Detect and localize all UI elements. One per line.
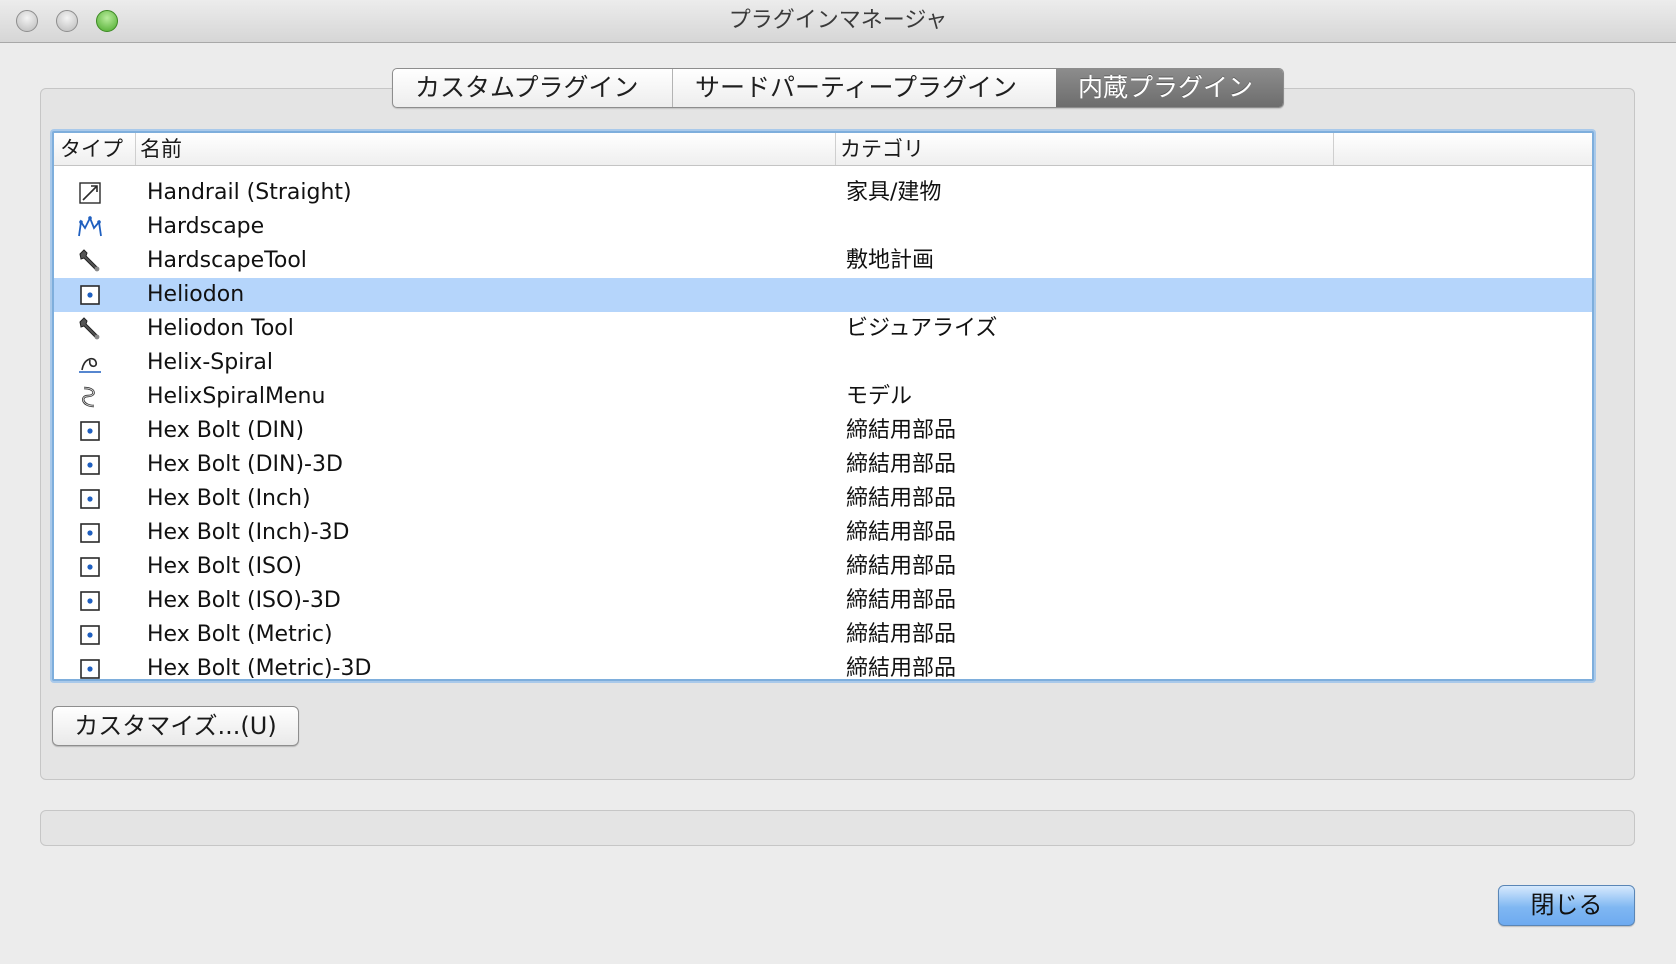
list-header: タイプ 名前 カテゴリ: [54, 133, 1592, 166]
plugin-category: モデル: [846, 384, 913, 409]
hardscape-icon: [76, 214, 104, 240]
point-object-icon: [76, 554, 104, 580]
list-item[interactable]: HelixSpiralMenu モデル: [54, 380, 1592, 414]
point-object-icon: [76, 452, 104, 478]
plugin-name: Hex Bolt (ISO): [147, 554, 302, 579]
list-item[interactable]: Hex Bolt (Metric) 締結用部品: [54, 618, 1592, 652]
close-button[interactable]: 閉じる: [1498, 885, 1635, 926]
plugin-name: Hex Bolt (DIN): [147, 418, 305, 443]
window-title: プラグインマネージャ: [728, 8, 948, 33]
list-item[interactable]: Hex Bolt (DIN) 締結用部品: [54, 414, 1592, 448]
point-object-icon: [76, 588, 104, 614]
title-bar[interactable]: プラグインマネージャ: [0, 0, 1676, 43]
plugin-name: Heliodon Tool: [147, 316, 294, 341]
helix-spiral-icon: [76, 350, 104, 376]
list-item[interactable]: Heliodon: [54, 278, 1592, 312]
column-header-type[interactable]: タイプ: [56, 133, 136, 165]
column-header-category[interactable]: カテゴリ: [836, 133, 1334, 165]
list-item[interactable]: Hex Bolt (Inch) 締結用部品: [54, 482, 1592, 516]
point-object-icon: [76, 622, 104, 648]
plugin-category: 締結用部品: [846, 520, 957, 545]
plugin-category: 締結用部品: [846, 588, 957, 613]
plugin-name: HelixSpiralMenu: [147, 384, 326, 409]
wrench-icon: [76, 316, 104, 342]
list-item[interactable]: Heliodon Tool ビジュアライズ: [54, 312, 1592, 346]
list-item[interactable]: Hex Bolt (ISO) 締結用部品: [54, 550, 1592, 584]
point-object-icon: [76, 520, 104, 546]
plugin-category: 締結用部品: [846, 656, 957, 681]
status-bar: [40, 810, 1635, 846]
tab-bar: カスタムプラグイン サードパーティープラグイン 内蔵プラグイン: [392, 68, 1284, 108]
plugin-name: Heliodon: [147, 282, 245, 307]
plugin-list[interactable]: タイプ 名前 カテゴリ Handrail (Straight) 家具/建物 Hard…: [52, 131, 1594, 681]
list-item[interactable]: Hardscape: [54, 210, 1592, 244]
plugin-name: Hex Bolt (Inch)-3D: [147, 520, 350, 545]
wrench-icon: [76, 248, 104, 274]
tab-builtin-plugins[interactable]: 内蔵プラグイン: [1056, 69, 1283, 107]
list-item[interactable]: Hex Bolt (Inch)-3D 締結用部品: [54, 516, 1592, 550]
plugin-name: Hex Bolt (DIN)-3D: [147, 452, 343, 477]
list-item[interactable]: Handrail (Straight) 家具/建物: [54, 176, 1592, 210]
plugin-name: HardscapeTool: [147, 248, 307, 273]
list-item[interactable]: Hex Bolt (DIN)-3D 締結用部品: [54, 448, 1592, 482]
plugin-category: 締結用部品: [846, 486, 957, 511]
tab-custom-plugins[interactable]: カスタムプラグイン: [393, 69, 673, 107]
list-rows: Handrail (Straight) 家具/建物 Hardscape Hardsca…: [54, 166, 1592, 681]
plugin-name: Hex Bolt (ISO)-3D: [147, 588, 341, 613]
plugin-category: 締結用部品: [846, 622, 957, 647]
helix-menu-icon: [76, 384, 104, 410]
plugin-category: 締結用部品: [846, 452, 957, 477]
list-item[interactable]: Helix-Spiral: [54, 346, 1592, 380]
list-item[interactable]: Hex Bolt (ISO)-3D 締結用部品: [54, 584, 1592, 618]
column-header-name[interactable]: 名前: [136, 133, 836, 165]
plugin-name: Helix-Spiral: [147, 350, 273, 375]
list-item-partial[interactable]: [54, 166, 1592, 176]
customize-button[interactable]: カスタマイズ...(U): [52, 706, 299, 746]
handrail-icon: [76, 180, 104, 206]
plugin-name: Hex Bolt (Metric)-3D: [147, 656, 372, 681]
plugin-category: 締結用部品: [846, 418, 957, 443]
plugin-category: 敷地計画: [846, 248, 935, 273]
plugin-name: Hex Bolt (Inch): [147, 486, 311, 511]
plugin-name: Hardscape: [147, 214, 265, 239]
plugin-name: Hex Bolt (Metric): [147, 622, 333, 647]
point-object-icon: [76, 418, 104, 444]
point-object-icon: [76, 282, 104, 308]
plugin-category: 家具/建物: [846, 180, 942, 205]
plugin-category: ビジュアライズ: [846, 316, 998, 341]
list-item[interactable]: HardscapeTool 敷地計画: [54, 244, 1592, 278]
point-object-icon: [76, 486, 104, 512]
tab-third-party-plugins[interactable]: サードパーティープラグイン: [673, 69, 1056, 107]
plugin-name: Handrail (Straight): [147, 180, 352, 205]
plugin-category: 締結用部品: [846, 554, 957, 579]
list-item[interactable]: Hex Bolt (Metric)-3D 締結用部品: [54, 652, 1592, 681]
point-object-icon: [76, 656, 104, 679]
